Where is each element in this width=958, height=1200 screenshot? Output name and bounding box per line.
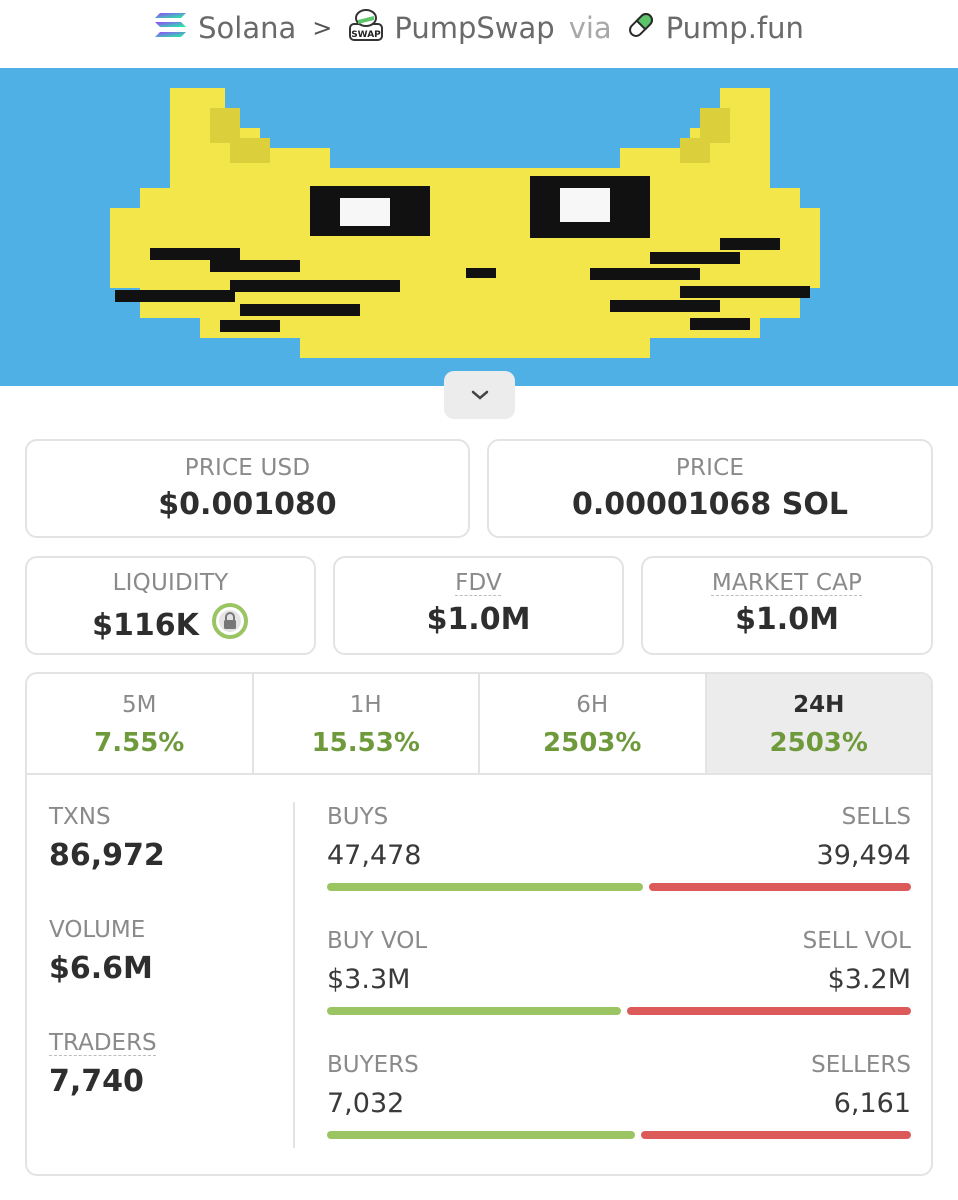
tab-change: 2503% xyxy=(543,728,642,758)
breadcrumb: Solana > SWAP PumpSwap via Pump.fun xyxy=(0,0,958,56)
price-native-card: PRICE 0.00001068 SOL xyxy=(487,439,933,538)
tab-change: 2503% xyxy=(769,728,868,758)
solana-icon xyxy=(154,11,188,46)
fdv-value: $1.0M xyxy=(426,602,531,637)
txns-stat: TXNS 86,972 xyxy=(49,804,269,873)
column-divider xyxy=(293,802,295,1148)
tab-5m[interactable]: 5M 7.55% xyxy=(27,674,254,773)
buy-sell-column: BUYS SELLS 47,478 39,494 BUY VOL SELL VO… xyxy=(327,804,911,1174)
chevron-right-icon: > xyxy=(312,14,333,42)
sell-vol-value: $3.2M xyxy=(827,964,911,995)
tab-change: 7.55% xyxy=(94,728,185,758)
tab-label: 6H xyxy=(576,692,609,718)
buy-share-bar xyxy=(327,1131,636,1139)
svg-text:SWAP: SWAP xyxy=(352,30,382,40)
totals-column: TXNS 86,972 VOLUME $6.6M TRADERS 7,740 xyxy=(49,804,269,1143)
buyers-value: 7,032 xyxy=(327,1088,405,1119)
volume-value: $6.6M xyxy=(49,951,153,986)
token-banner-image xyxy=(0,68,958,386)
sell-share-bar xyxy=(648,883,911,891)
buy-share-bar xyxy=(327,1007,621,1015)
tab-label: 24H xyxy=(793,692,845,718)
pixel-cat-illustration xyxy=(0,68,958,386)
volume-stat: VOLUME $6.6M xyxy=(49,917,269,986)
sellers-label: SELLERS xyxy=(811,1052,911,1078)
tab-label: 1H xyxy=(349,692,382,718)
chevron-down-icon xyxy=(470,386,490,405)
traders-label[interactable]: TRADERS xyxy=(49,1030,269,1056)
dex-link[interactable]: PumpSwap xyxy=(394,11,554,45)
sell-share-bar xyxy=(641,1131,911,1139)
fdv-card: FDV $1.0M xyxy=(333,556,624,655)
price-usd-card: PRICE USD $0.001080 xyxy=(25,439,470,538)
buy-vol-label: BUY VOL xyxy=(327,928,428,954)
chain-link[interactable]: Solana xyxy=(198,11,296,45)
trading-stats-panel: 5M 7.55% 1H 15.53% 6H 2503% 24H 2503% TX… xyxy=(25,672,933,1176)
volume-split-row: BUY VOL SELL VOL $3.3M $3.2M xyxy=(327,928,911,1052)
tab-6h[interactable]: 6H 2503% xyxy=(480,674,707,773)
market-cap-card: MARKET CAP $1.0M xyxy=(641,556,933,655)
traders-stat: TRADERS 7,740 xyxy=(49,1030,269,1099)
traders-ratio-bar xyxy=(327,1131,911,1139)
sell-share-bar xyxy=(626,1007,911,1015)
launchpad-link[interactable]: Pump.fun xyxy=(666,11,804,45)
lock-icon[interactable] xyxy=(211,602,249,648)
sells-value: 39,494 xyxy=(816,840,911,871)
price-native-value: 0.00001068 SOL xyxy=(572,487,848,522)
sells-label: SELLS xyxy=(841,804,911,830)
buys-label: BUYS xyxy=(327,804,389,830)
sell-vol-label: SELL VOL xyxy=(802,928,911,954)
buys-sells-ratio-bar xyxy=(327,883,911,891)
volume-ratio-bar xyxy=(327,1007,911,1015)
liquidity-value: $116K xyxy=(92,607,199,643)
buy-vol-value: $3.3M xyxy=(327,964,411,995)
txns-label: TXNS xyxy=(49,804,111,830)
price-native-label: PRICE xyxy=(675,455,745,481)
tab-1h[interactable]: 1H 15.53% xyxy=(254,674,480,773)
buys-sells-row: BUYS SELLS 47,478 39,494 xyxy=(327,804,911,928)
market-cap-value: $1.0M xyxy=(735,602,839,637)
price-usd-label: PRICE USD xyxy=(184,455,311,481)
buy-share-bar xyxy=(327,883,643,891)
traders-value: 7,740 xyxy=(49,1064,144,1099)
liquidity-card: LIQUIDITY $116K xyxy=(25,556,316,655)
volume-label: VOLUME xyxy=(49,917,146,943)
fdv-label[interactable]: FDV xyxy=(335,570,622,596)
liquidity-label: LIQUIDITY xyxy=(112,570,229,596)
buys-value: 47,478 xyxy=(327,840,422,871)
tab-24h[interactable]: 24H 2503% xyxy=(706,674,931,773)
expand-banner-button[interactable] xyxy=(444,371,515,419)
tab-label: 5M xyxy=(122,692,157,718)
pill-icon xyxy=(626,10,656,47)
price-usd-value: $0.001080 xyxy=(158,487,337,522)
timeframe-tabs: 5M 7.55% 1H 15.53% 6H 2503% 24H 2503% xyxy=(27,674,931,775)
txns-value: 86,972 xyxy=(49,838,165,873)
market-cap-label[interactable]: MARKET CAP xyxy=(643,570,931,596)
buyers-label: BUYERS xyxy=(327,1052,419,1078)
sellers-value: 6,161 xyxy=(833,1088,911,1119)
tab-change: 15.53% xyxy=(311,728,420,758)
traders-split-row: BUYERS SELLERS 7,032 6,161 xyxy=(327,1052,911,1174)
via-text: via xyxy=(568,11,612,45)
pumpswap-icon: SWAP xyxy=(348,8,384,49)
